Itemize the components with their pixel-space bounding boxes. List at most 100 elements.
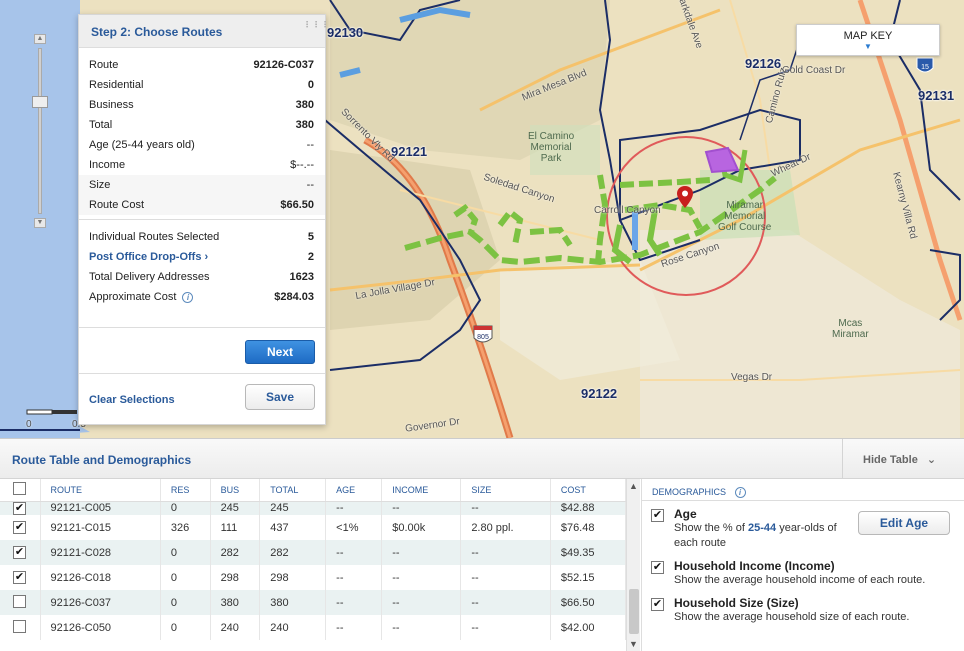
park-label: Mcas Miramar <box>832 318 869 340</box>
cell-income: -- <box>381 565 462 590</box>
column-header[interactable]: TOTAL <box>259 479 327 502</box>
cell-cost: $66.50 <box>550 590 626 615</box>
cell-cost: $52.15 <box>550 565 626 590</box>
route-checkbox[interactable]: ✔ <box>13 501 26 515</box>
zoom-in-icon[interactable]: ▲ <box>34 34 46 44</box>
hide-table-button[interactable]: Hide Table ⌄ <box>842 439 964 479</box>
cell-size: -- <box>460 615 551 640</box>
column-header[interactable]: INCOME <box>381 479 462 502</box>
save-row: Clear Selections Save <box>79 374 325 420</box>
column-header[interactable]: ROUTE <box>40 479 161 502</box>
delivery-addresses-row: Total Delivery Addresses 1623 <box>89 271 314 283</box>
zip-label: 92130 <box>327 25 364 40</box>
zoom-out-icon[interactable]: ▼ <box>34 218 46 228</box>
cell-bus: 245 <box>210 501 261 515</box>
route-checkbox[interactable]: ✔ <box>13 521 26 534</box>
route-checkbox[interactable]: ✔ <box>13 571 26 584</box>
cell-route: 92126-C037 <box>40 590 161 615</box>
cell-route: 92121-C005 <box>40 501 161 515</box>
demographic-title: Household Size (Size) <box>674 596 799 610</box>
po-dropoffs-link[interactable]: Post Office Drop-Offs › <box>89 251 208 263</box>
svg-text:15: 15 <box>921 64 929 71</box>
info-icon[interactable]: i <box>734 487 746 499</box>
column-header[interactable]: COST <box>550 479 626 502</box>
location-pin-icon[interactable] <box>677 186 693 208</box>
cell-res: 0 <box>160 565 211 590</box>
column-header[interactable]: AGE <box>325 479 383 502</box>
save-button[interactable]: Save <box>245 384 315 410</box>
zoom-handle[interactable] <box>32 96 48 108</box>
table-row[interactable]: ✔ 92121-C015 326 111 437 <1% $0.00k 2.80 ppl. $7… <box>0 515 626 540</box>
demographic-description: Show the average household income of eac… <box>674 574 926 586</box>
cell-cost: $49.35 <box>550 540 626 565</box>
cell-size: -- <box>460 540 551 565</box>
cell-route: 92121-C028 <box>40 540 161 565</box>
park-label: El Camino Memorial Park <box>528 131 575 164</box>
panel-header[interactable]: Step 2: Choose Routes ⋮⋮⋮ <box>79 15 329 48</box>
select-all-checkbox[interactable] <box>0 479 41 502</box>
route-table-section: Route Table and Demographics Hide Table … <box>0 438 964 651</box>
choose-routes-panel: Step 2: Choose Routes ⋮⋮⋮ Route 92126-C03… <box>78 14 329 425</box>
route-checkbox[interactable] <box>13 594 26 608</box>
zoom-track[interactable] <box>38 48 42 214</box>
table-scrollbar[interactable]: ▲ ▼ <box>626 479 640 651</box>
scale-label: 0 <box>26 419 32 430</box>
size-checkbox[interactable]: ✔ <box>651 598 664 611</box>
next-button[interactable]: Next <box>245 340 315 364</box>
cell-age: <1% <box>325 515 383 540</box>
cell-size: -- <box>460 590 551 615</box>
table-header-row: ROUTE RES BUS TOTAL AGE INCOME SIZE COST <box>0 479 626 502</box>
chevron-down-icon: ⌄ <box>926 454 937 466</box>
cell-income: -- <box>381 590 462 615</box>
column-header[interactable]: SIZE <box>460 479 551 502</box>
income-checkbox[interactable]: ✔ <box>651 561 664 574</box>
route-checkbox-cell: ✔ <box>0 515 41 540</box>
zoom-slider[interactable]: ▲ ▼ <box>31 34 49 230</box>
table-row[interactable]: 92126-C037 0 380 380 -- -- -- $66.50 <box>0 590 626 615</box>
cell-total: 298 <box>259 565 327 590</box>
scroll-thumb[interactable] <box>629 589 639 634</box>
highway-805-shield: 805 <box>473 325 493 343</box>
zip-label: 92131 <box>918 88 955 103</box>
clear-selections-link[interactable]: Clear Selections <box>89 394 175 406</box>
cell-total: 245 <box>259 501 327 515</box>
cell-cost: $42.88 <box>550 501 626 515</box>
cell-bus: 240 <box>210 615 261 640</box>
size-row: Size -- <box>79 175 325 195</box>
po-dropoffs-row[interactable]: Post Office Drop-Offs › 2 <box>79 247 325 267</box>
scroll-down-icon[interactable]: ▼ <box>629 639 638 649</box>
route-cost-row: Route Cost $66.50 <box>79 195 325 215</box>
route-checkbox-cell <box>0 615 41 640</box>
approximate-cost-row: Approximate Cost i $284.03 <box>89 291 314 303</box>
cell-route: 92126-C050 <box>40 615 161 640</box>
demographics-header: DEMOGRAPHICS i <box>642 479 964 501</box>
route-table: ROUTE RES BUS TOTAL AGE INCOME SIZE COST… <box>0 479 626 651</box>
info-icon[interactable]: i <box>182 291 194 303</box>
table-row[interactable]: ✔ 92121-C028 0 282 282 -- -- -- $49.35 <box>0 540 626 565</box>
column-header[interactable]: BUS <box>210 479 261 502</box>
route-checkbox[interactable]: ✔ <box>13 546 26 559</box>
column-header[interactable]: RES <box>160 479 211 502</box>
age-row: Age (25-44 years old) -- <box>89 139 314 151</box>
road-label: Carroll Canyon <box>594 205 661 216</box>
drag-grip-icon[interactable]: ⋮⋮⋮ <box>303 21 329 35</box>
income-row: Income $--.-- <box>89 159 314 171</box>
table-row[interactable]: ✔ 92121-C005 0 245 245 -- -- -- $42.88 <box>0 501 626 515</box>
cell-res: 0 <box>160 590 211 615</box>
panel-title: Step 2: Choose Routes <box>91 25 223 39</box>
cell-age: -- <box>325 615 383 640</box>
route-checkbox-cell: ✔ <box>0 540 41 565</box>
cell-res: 0 <box>160 615 211 640</box>
map-key-toggle[interactable]: MAP KEY ▼ <box>796 24 940 56</box>
edit-age-button[interactable]: Edit Age <box>858 511 950 535</box>
table-row[interactable]: ✔ 92126-C018 0 298 298 -- -- -- $52.15 <box>0 565 626 590</box>
cell-total: 240 <box>259 615 327 640</box>
table-row[interactable]: 92126-C050 0 240 240 -- -- -- $42.00 <box>0 615 626 640</box>
cell-bus: 298 <box>210 565 261 590</box>
cell-res: 0 <box>160 501 211 515</box>
scroll-up-icon[interactable]: ▲ <box>629 481 638 491</box>
age-checkbox[interactable]: ✔ <box>651 509 664 522</box>
individual-routes-row: Individual Routes Selected 5 <box>89 231 314 243</box>
route-checkbox[interactable] <box>13 619 26 633</box>
business-row: Business 380 <box>89 99 314 111</box>
